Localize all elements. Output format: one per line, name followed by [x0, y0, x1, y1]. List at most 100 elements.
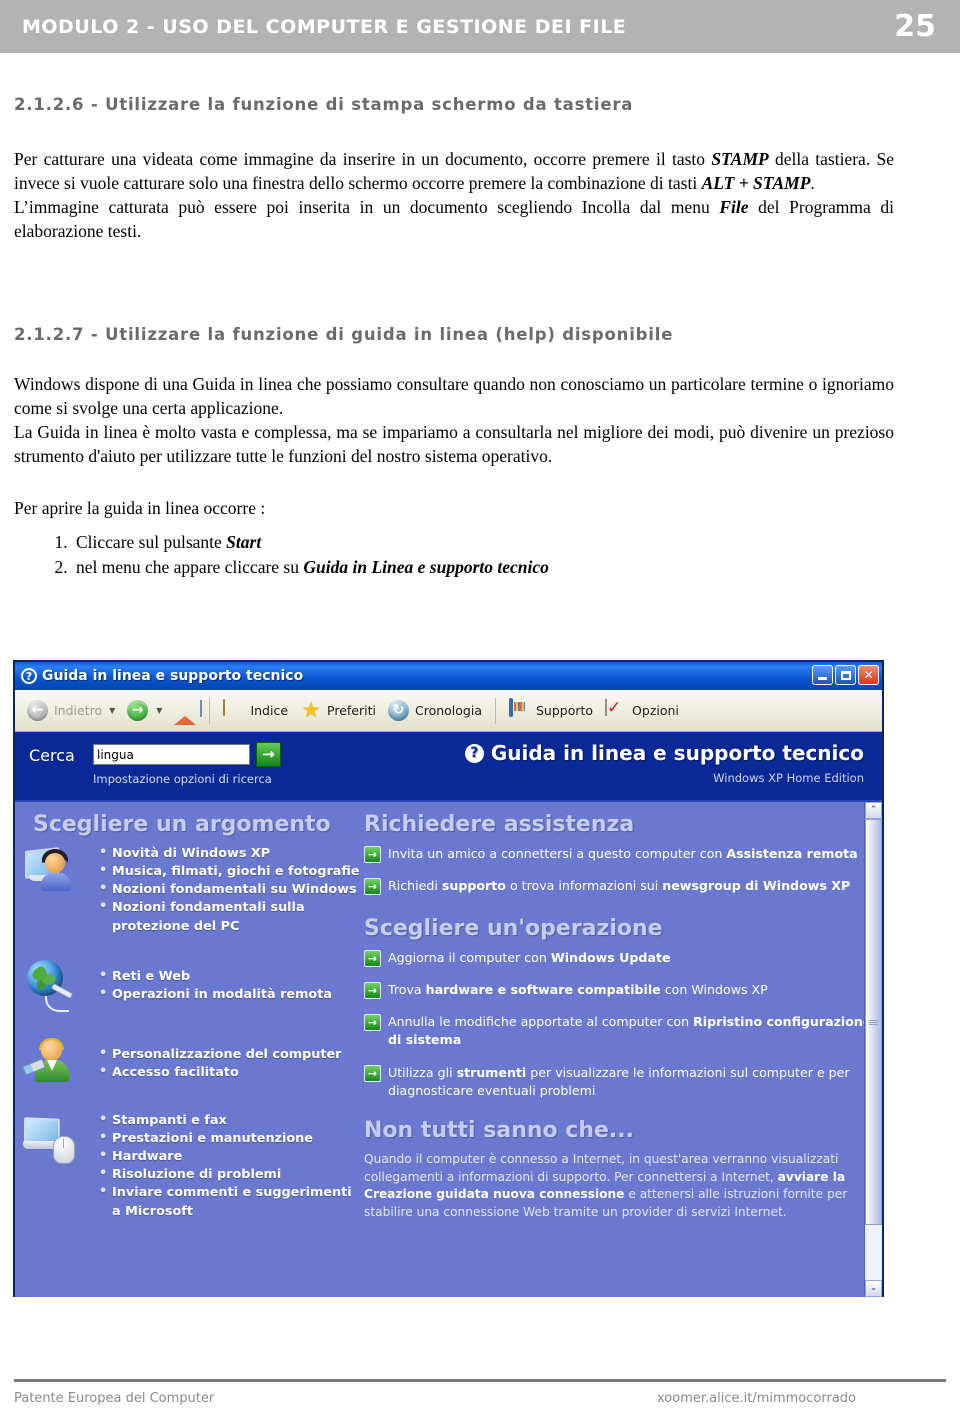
link-post: o trova informazioni sui — [505, 878, 663, 894]
step-1-text: Cliccare sul pulsante — [76, 532, 227, 552]
topic-group-personalization: Personalizzazione del computer Accesso f… — [15, 1037, 360, 1094]
assistance-link-remote[interactable]: → Invita un amico a connettersi a questo… — [364, 845, 872, 863]
link-strong-2: newsgroup di Windows XP — [662, 878, 851, 894]
task-link-tools[interactable]: → Utilizza gli strumenti per visualizzar… — [364, 1064, 872, 1101]
window-titlebar: ? Guida in linea e supporto tecnico ✕ — [15, 662, 882, 690]
toolbar-forward-button[interactable]: → ▼ — [121, 698, 168, 724]
link-pre: Invita un amico a connettersi a questo c… — [388, 846, 727, 861]
topic-group-hardware: Stampanti e fax Prestazioni e manutenzio… — [15, 1111, 360, 1221]
tip-heading: Non tutti sanno che... — [364, 1118, 634, 1143]
page-footer: Patente Europea del Computer xoomer.alic… — [14, 1379, 946, 1406]
scroll-down-button[interactable]: ⌄ — [865, 1280, 882, 1297]
tip-paragraph: Quando il computer è connesso a Internet… — [364, 1151, 872, 1222]
maximize-button[interactable] — [835, 665, 856, 685]
paragraph-guida-intro: Windows dispone di una Guida in linea ch… — [14, 373, 894, 469]
toolbar-supporto-button[interactable]: Supporto — [503, 697, 599, 724]
paragraph-aprire-guida: Per aprire la guida in linea occorre : — [14, 498, 266, 518]
window-controls: ✕ — [812, 665, 879, 685]
assistance-column: Richiedere assistenza → Invita un amico … — [360, 802, 882, 1297]
topic-list: Stampanti e fax Prestazioni e manutenzio… — [85, 1111, 360, 1221]
list-item[interactable]: Nozioni fondamentali sulla protezione de… — [99, 898, 360, 935]
footer-row: Patente Europea del Computer xoomer.alic… — [14, 1391, 946, 1406]
link-post: con Windows XP — [660, 981, 768, 997]
toolbar-divider — [209, 697, 211, 724]
list-item[interactable]: Stampanti e fax — [99, 1111, 360, 1130]
section-heading-2126: 2.1.2.6 - Utilizzare la funzione di stam… — [14, 95, 634, 114]
chevron-down-icon: ▼ — [156, 706, 163, 715]
task-link-compatibility[interactable]: → Trova hardware e software compatibile … — [364, 981, 872, 999]
arrow-right-icon: → — [364, 1014, 381, 1031]
link-strong: hardware e software compatibile — [425, 981, 661, 997]
list-item[interactable]: Personalizzazione del computer — [99, 1045, 341, 1064]
task-link-update[interactable]: → Aggiorna il computer con Windows Updat… — [364, 949, 872, 967]
brand-edition: Windows XP Home Edition — [713, 771, 864, 785]
list-item[interactable]: Risoluzione di problemi — [99, 1165, 360, 1184]
assistance-heading: Richiedere assistenza — [364, 812, 635, 837]
search-input[interactable]: lingua — [93, 744, 250, 765]
p1-part-a: Per catturare una videata come immagine … — [14, 149, 712, 169]
assistance-link-newsgroup[interactable]: → Richiedi supporto o trova informazioni… — [364, 877, 872, 896]
star-icon: ★ — [301, 698, 321, 722]
link-strong: strumenti — [456, 1064, 527, 1080]
close-button[interactable]: ✕ — [858, 665, 879, 685]
toolbar-back-button[interactable]: ← Indietro ▼ — [21, 698, 121, 724]
vertical-scrollbar[interactable]: ⌃ ⌄ — [864, 802, 882, 1297]
search-go-button[interactable]: → — [256, 742, 281, 767]
book-icon — [223, 698, 245, 722]
toolbar-cronologia-button[interactable]: ↻ Cronologia — [382, 698, 488, 724]
footer-divider — [14, 1379, 946, 1382]
list-item[interactable]: Prestazioni e manutenzione — [99, 1129, 360, 1148]
paragraph-stampa-schermo: Per catturare una videata come immagine … — [14, 148, 894, 244]
footer-left-text: Patente Europea del Computer — [14, 1391, 215, 1406]
list-item[interactable]: Reti e Web — [99, 967, 332, 986]
task-link-restore[interactable]: → Annulla le modifiche apportate al comp… — [364, 1013, 872, 1050]
p1-part-f: L’immagine catturata può essere poi inse… — [14, 196, 720, 217]
list-item[interactable]: Operazioni in modalità remota — [99, 985, 332, 1004]
toolbar-opzioni-button[interactable]: Opzioni — [599, 698, 685, 724]
help-content-area: Scegliere un argomento Novità di Windows… — [15, 802, 882, 1297]
scrollbar-thumb[interactable] — [865, 819, 882, 1225]
question-mark-icon: ? — [464, 743, 484, 763]
p1-emph-stamp: STAMP — [711, 149, 769, 169]
scrollbar-track[interactable] — [865, 819, 882, 1280]
link-strong: Assistenza remota — [726, 846, 858, 861]
link-pre: Annulla le modifiche apportate al comput… — [388, 1014, 694, 1029]
footer-right-text: xoomer.alice.it/mimmocorrado — [657, 1391, 856, 1406]
minimize-button[interactable] — [812, 665, 833, 685]
arrow-right-icon: → — [364, 1064, 381, 1082]
search-options-link[interactable]: Impostazione opzioni di ricerca — [93, 772, 272, 786]
p2b-text: La Guida in linea è molto vasta e comple… — [14, 421, 894, 466]
scroll-up-button[interactable]: ⌃ — [865, 802, 882, 819]
list-item: nel menu che appare cliccare su Guida in… — [72, 555, 549, 580]
list-item[interactable]: Inviare commenti e suggerimenti a Micros… — [99, 1183, 360, 1220]
link-pre: Utilizza gli — [388, 1064, 457, 1080]
tip-pre: Quando il computer è connesso a Internet… — [364, 1152, 839, 1184]
toolbar-indice-button[interactable]: Indice — [217, 698, 294, 724]
link-pre: Aggiorna il computer con — [388, 949, 551, 965]
topics-heading: Scegliere un argomento — [33, 812, 331, 837]
scrollbar-grip-icon — [869, 1019, 878, 1025]
page-number: 25 — [894, 9, 936, 44]
options-icon — [605, 698, 627, 722]
window-title: Guida in linea e supporto tecnico — [42, 668, 304, 684]
arrow-right-icon: → — [364, 846, 381, 863]
toolbar-preferiti-button[interactable]: ★ Preferiti — [294, 698, 382, 723]
topic-list: Personalizzazione del computer Accesso f… — [85, 1045, 341, 1082]
toolbar-divider — [494, 697, 496, 724]
toolbar-home-button[interactable] — [168, 699, 202, 725]
search-band: Cerca lingua → Impostazione opzioni di r… — [15, 732, 882, 802]
topics-column: Scegliere un argomento Novità di Windows… — [15, 802, 360, 1297]
link-pre: Richiedi — [388, 878, 442, 894]
list-item[interactable]: Accesso facilitato — [99, 1063, 341, 1082]
link-strong: Windows Update — [550, 949, 671, 965]
pc-user-icon — [23, 845, 85, 901]
support-icon — [508, 697, 531, 722]
list-item[interactable]: Musica, filmati, giochi e fotografie — [99, 862, 360, 881]
list-item[interactable]: Novità di Windows XP — [99, 844, 360, 863]
step-2-emph: Guida in Linea e supporto tecnico — [303, 556, 549, 577]
list-item[interactable]: Hardware — [99, 1147, 360, 1166]
list-item[interactable]: Nozioni fondamentali su Windows — [99, 880, 360, 899]
paint-user-icon — [21, 1037, 85, 1094]
toolbar-cronologia-label: Cronologia — [414, 703, 482, 718]
brand-block: ? Guida in linea e supporto tecnico Wind… — [464, 741, 864, 785]
